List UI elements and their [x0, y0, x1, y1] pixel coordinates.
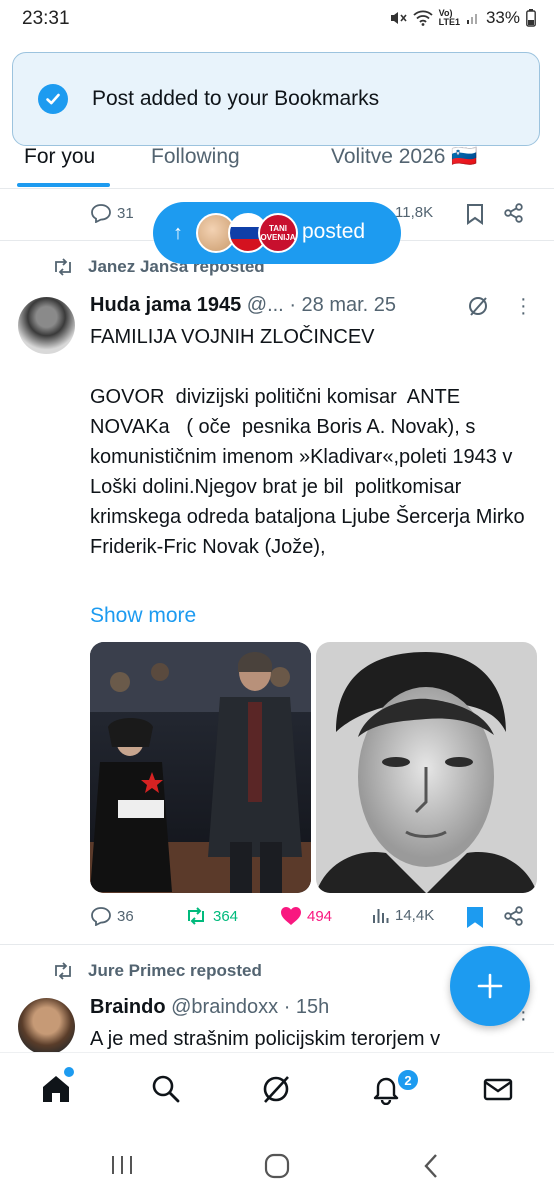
- system-nav-bar: [0, 1126, 554, 1200]
- nav-search[interactable]: [150, 1073, 182, 1110]
- share-icon: [504, 906, 523, 926]
- volte-icon: Vo) LTE1: [439, 9, 460, 27]
- reply-icon: [91, 907, 111, 926]
- views-button[interactable]: 14,4K: [372, 906, 434, 924]
- back-icon[interactable]: [422, 1153, 440, 1179]
- grok-icon[interactable]: [466, 294, 490, 318]
- bookmark-icon: [467, 204, 483, 225]
- repost-icon: [188, 907, 204, 925]
- bookmark-button[interactable]: [466, 906, 484, 928]
- avatar[interactable]: [18, 297, 75, 354]
- search-icon: [152, 1075, 180, 1103]
- new-posts-pill[interactable]: ↑ TANI OVENIJA posted: [153, 202, 401, 264]
- author-name[interactable]: Huda jama 1945: [90, 294, 241, 316]
- more-options-icon[interactable]: ···: [520, 289, 527, 323]
- repost-indicator[interactable]: Jure Primec reposted: [52, 961, 262, 981]
- repost-button[interactable]: 364: [184, 906, 238, 926]
- share-button[interactable]: [504, 906, 524, 926]
- bookmark-toast: Post added to your Bookmarks: [12, 52, 540, 146]
- post-text: FAMILIJA VOJNIH ZLOČINCEV GOVOR divizijs…: [90, 326, 525, 558]
- share-icon: [504, 203, 523, 223]
- views-count: 11,8K: [395, 203, 434, 221]
- bookmark-button[interactable]: [466, 203, 484, 225]
- reply-button[interactable]: 31: [90, 203, 134, 223]
- new-posts-dot: [62, 1065, 76, 1079]
- recent-apps-icon[interactable]: [110, 1154, 134, 1176]
- reply-icon: [91, 204, 111, 223]
- repost-count: 364: [213, 907, 239, 925]
- heart-icon: [281, 907, 301, 925]
- reply-count: 31: [117, 204, 134, 222]
- tab-for-you[interactable]: For you: [24, 145, 95, 169]
- reply-count: 36: [117, 907, 134, 925]
- author-handle[interactable]: @braindoxx: [171, 996, 278, 1018]
- battery-icon: [526, 9, 536, 27]
- bookmark-filled-icon: [467, 907, 483, 928]
- active-tab-indicator: [17, 183, 110, 187]
- status-icons: Vo) LTE1 33%: [389, 8, 536, 28]
- author-handle[interactable]: @...: [247, 294, 284, 316]
- compose-button[interactable]: [450, 946, 530, 1026]
- post-text: A je med strašnim policijskim terorjem v: [90, 1028, 441, 1050]
- repost-icon: [55, 258, 71, 276]
- tab-volitve-2026[interactable]: Volitve 2026 🇸🇮: [331, 145, 477, 169]
- avatar: TANI OVENIJA: [258, 213, 298, 253]
- repost-icon: [55, 962, 71, 980]
- plus-icon: [477, 973, 503, 999]
- mute-icon: [390, 12, 407, 24]
- signal-icon: [466, 14, 477, 24]
- arrow-up-icon: ↑: [173, 221, 183, 244]
- post-header: Huda jama 1945 @... · 28 mar. 25: [90, 294, 396, 317]
- post-header: Braindo @braindoxx · 15h: [90, 996, 329, 1019]
- nav-messages[interactable]: [482, 1073, 514, 1110]
- tab-following[interactable]: Following: [151, 145, 240, 169]
- like-button[interactable]: 494: [280, 906, 332, 926]
- volte-bottom: LTE1: [438, 17, 460, 27]
- check-icon: [38, 84, 68, 114]
- views-icon: [373, 909, 389, 923]
- wifi-icon: [413, 10, 433, 26]
- post-image-stage[interactable]: [90, 642, 311, 893]
- avatar[interactable]: [18, 998, 75, 1055]
- reply-button[interactable]: 36: [90, 906, 134, 926]
- divider: [0, 944, 554, 945]
- show-more-link[interactable]: Show more: [90, 604, 196, 628]
- views-count: 14,4K: [395, 906, 435, 924]
- post-image-portrait[interactable]: [316, 642, 537, 893]
- share-button[interactable]: [504, 203, 524, 223]
- post-actions: 36 364 494 14,4K: [0, 906, 554, 936]
- home-button-icon[interactable]: [264, 1153, 290, 1179]
- grok-icon: [263, 1076, 289, 1103]
- reposted-by: Jure Primec reposted: [88, 961, 262, 980]
- author-name[interactable]: Braindo: [90, 996, 166, 1018]
- timeline-tabs: For you Following Volitve 2026 🇸🇮: [0, 140, 554, 189]
- notifications-badge: 2: [396, 1068, 420, 1092]
- battery-percent: 33%: [485, 8, 520, 27]
- post-time: · 15h: [283, 996, 330, 1018]
- nav-grok[interactable]: [260, 1073, 292, 1110]
- toast-message: Post added to your Bookmarks: [92, 87, 380, 110]
- like-count: 494: [307, 907, 333, 925]
- post-time: · 28 mar. 25: [289, 294, 397, 316]
- mail-icon: [483, 1078, 513, 1101]
- bottom-nav: [0, 1052, 554, 1127]
- status-time: 23:31: [22, 8, 70, 29]
- new-posts-label: posted: [302, 220, 366, 243]
